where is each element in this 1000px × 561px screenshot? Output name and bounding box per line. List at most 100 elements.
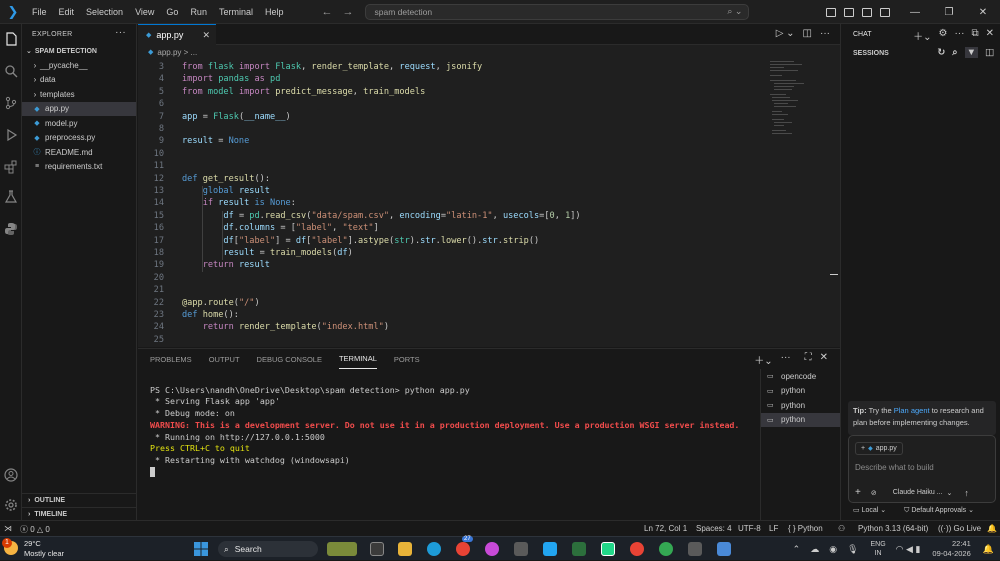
python-interpreter[interactable]: Python 3.13 (64-bit) <box>858 524 928 533</box>
tree-item-app-py[interactable]: ◆ app.py <box>22 101 136 116</box>
menu-file[interactable]: File <box>26 7 53 17</box>
run-file-icon[interactable]: ▷ ⌄ <box>776 28 795 39</box>
search-icon[interactable] <box>2 62 20 80</box>
go-live-button[interactable]: ((·)) Go Live <box>938 524 981 533</box>
menu-go[interactable]: Go <box>160 7 184 17</box>
chrome-icon[interactable]: 27 <box>456 536 473 556</box>
testing-flask-icon[interactable] <box>2 188 20 206</box>
wifi-volume-battery-icon[interactable]: ◠ ◀ ▮ <box>896 544 921 555</box>
menu-terminal[interactable]: Terminal <box>213 7 259 17</box>
settings-gear-icon[interactable] <box>2 496 20 514</box>
remote-icon[interactable]: ⋊ <box>4 524 12 533</box>
tab-terminal[interactable]: TERMINAL <box>338 349 377 369</box>
close-panel-icon[interactable]: ✕ <box>820 352 828 367</box>
tree-item-readme[interactable]: ⓘ README.md <box>22 145 136 160</box>
tab-app-py[interactable]: ◆ app.py ✕ <box>138 24 216 45</box>
search-icon[interactable]: ⌕ <box>952 47 957 58</box>
tab-output[interactable]: OUTPUT <box>209 349 240 369</box>
chevron-down-icon[interactable]: ⌄ <box>947 489 953 497</box>
taskbar-search[interactable]: ⌕ Search <box>218 541 318 557</box>
task-view-icon[interactable] <box>370 542 384 556</box>
menu-view[interactable]: View <box>129 7 160 17</box>
tree-item-requirements[interactable]: ≡ requirements.txt <box>22 160 136 175</box>
onedrive-icon[interactable]: ☁ <box>810 544 819 555</box>
store-icon[interactable] <box>572 542 586 556</box>
agent-mode-icon[interactable]: ⊘ <box>871 489 877 497</box>
send-icon[interactable]: ↑ <box>964 488 969 498</box>
terminal-line[interactable]: * Running on http://127.0.0.1:5000 <box>150 432 750 444</box>
add-icon[interactable]: + <box>855 487 861 498</box>
tab-debug-console[interactable]: DEBUG CONSOLE <box>257 349 322 369</box>
location-icon[interactable]: ◉ <box>829 544 837 555</box>
split-editor-icon[interactable]: ◫ <box>803 28 812 39</box>
new-chat-icon[interactable]: ＋⌄ <box>913 28 931 43</box>
tree-item-preprocess-py[interactable]: ◆ preprocess.py <box>22 131 136 146</box>
media-app-icon[interactable] <box>514 542 528 556</box>
app-icon[interactable] <box>688 542 702 556</box>
chat-input-box[interactable]: + ◆ app.py Describe what to build + ⊘ Cl… <box>848 435 996 503</box>
notification-center-icon[interactable]: 🔔 <box>983 544 994 555</box>
close-window-icon[interactable]: ✕ <box>966 7 1000 18</box>
layout-toggle-icon[interactable] <box>826 7 836 17</box>
settings-gear-icon[interactable]: ⚙ <box>939 28 948 43</box>
copilot-app-icon[interactable] <box>485 542 499 556</box>
chat-dropdown-icon[interactable]: ⌕ ⌄ <box>727 6 742 17</box>
python-icon[interactable] <box>2 220 20 238</box>
secondary-sidebar-toggle-icon[interactable] <box>880 7 890 17</box>
pycharm-icon[interactable] <box>601 542 615 556</box>
sidebar-toggle-icon[interactable] <box>844 7 854 17</box>
encoding[interactable]: UTF-8 <box>738 524 761 533</box>
chrome-profile-2-icon[interactable] <box>659 542 673 556</box>
close-icon[interactable]: ✕ <box>986 28 994 43</box>
terminal-item-python[interactable]: ▭ python <box>761 398 840 413</box>
breadcrumb-text[interactable]: app.py > ... <box>157 48 197 57</box>
minimap[interactable] <box>770 59 830 139</box>
approvals-picker[interactable]: ⛉ Default Approvals ⌄ <box>904 506 974 515</box>
microphone-icon[interactable]: 🎙 <box>847 544 858 555</box>
language-mode[interactable]: { } Python <box>788 524 823 533</box>
widgets-image-icon[interactable] <box>327 542 357 556</box>
tree-item-data[interactable]: › data <box>22 73 136 88</box>
snipping-tool-icon[interactable] <box>717 542 731 556</box>
more-actions-icon[interactable]: ··· <box>954 28 964 43</box>
more-actions-icon[interactable]: ··· <box>820 28 830 39</box>
refresh-icon[interactable]: ↻ <box>937 47 945 58</box>
plan-agent-link[interactable]: Plan agent <box>894 406 930 415</box>
notifications-icon[interactable]: 🔔 <box>987 524 997 533</box>
panel-toggle-icon[interactable] <box>862 7 872 17</box>
filter-icon[interactable]: ▼ <box>964 47 979 58</box>
local-picker[interactable]: ▭ Local ⌄ <box>853 506 886 515</box>
chrome-profile-icon[interactable] <box>630 542 644 556</box>
edge-browser-icon[interactable] <box>427 542 441 556</box>
minimize-icon[interactable]: — <box>898 7 932 18</box>
explorer-icon[interactable] <box>2 30 20 48</box>
more-actions-icon[interactable]: ··· <box>781 352 791 367</box>
menu-selection[interactable]: Selection <box>80 7 129 17</box>
new-terminal-icon[interactable]: ＋⌄ <box>754 352 772 367</box>
windows-start-icon[interactable] <box>194 542 208 556</box>
copilot-icon[interactable]: ⚇ <box>838 524 845 533</box>
outline-section[interactable]: › OUTLINE <box>22 493 137 507</box>
file-explorer-icon[interactable] <box>398 542 412 556</box>
restore-icon[interactable]: ❐ <box>932 7 966 18</box>
clock[interactable]: 22:41 09-04-2026 <box>932 539 970 559</box>
tree-item-templates[interactable]: › templates <box>22 87 136 102</box>
end-of-line[interactable]: LF <box>769 524 778 533</box>
terminal-item-python[interactable]: ▭ python <box>761 384 840 399</box>
terminal-output[interactable]: PS C:\Users\nandh\OneDrive\Desktop\spam … <box>150 373 750 502</box>
run-debug-icon[interactable] <box>2 126 20 144</box>
tree-item-model-py[interactable]: ◆ model.py <box>22 116 136 131</box>
tray-chevron-icon[interactable]: ⌃ <box>793 544 801 555</box>
extensions-icon[interactable] <box>2 158 20 176</box>
code-editor[interactable]: 3 from flask import Flask, render_templat… <box>138 59 840 347</box>
terminal-item-opencode[interactable]: ▭ opencode <box>761 369 840 384</box>
cursor-position[interactable]: Ln 72, Col 1 <box>644 524 687 533</box>
close-tab-icon[interactable]: ✕ <box>202 30 210 41</box>
menu-edit[interactable]: Edit <box>53 7 81 17</box>
menu-help[interactable]: Help <box>259 7 290 17</box>
model-picker[interactable]: Claude Haiku ... <box>893 489 943 496</box>
weather-widget[interactable]: 1 29°C Mostly clear <box>2 538 64 559</box>
forward-arrow-icon[interactable]: → <box>342 6 353 18</box>
problems-status[interactable]: ⓧ 0 △ 0 <box>20 524 50 535</box>
more-actions-icon[interactable]: ··· <box>115 27 126 38</box>
